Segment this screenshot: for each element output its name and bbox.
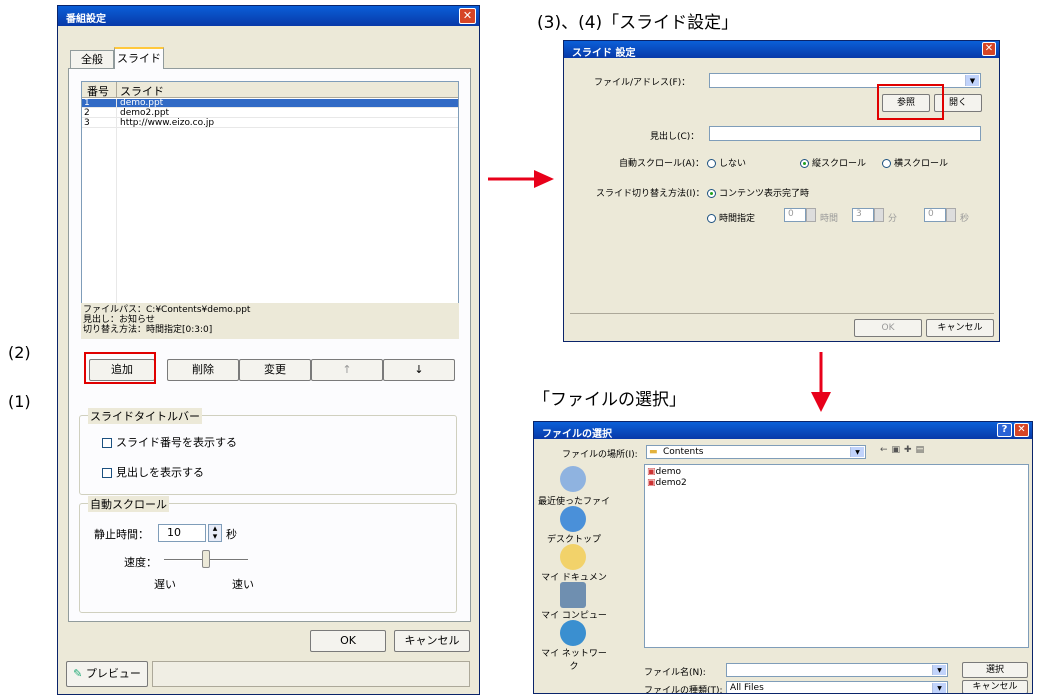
speed-label: 速度： [124, 556, 157, 569]
list-item[interactable]: 3 http://www.eizo.co.jp [82, 119, 458, 128]
file-select-window: ファイルの選択 ? ✕ ファイルの場所(I): ▬ Contents ▼ ←▣✚▤ … [533, 421, 1033, 694]
scroll-group: 自動スクロール 静止時間： 10 ▴ ▾ 秒 速度： 遅い 速い [79, 496, 457, 613]
step-label-1: (1) [8, 392, 31, 411]
stop-label: 静止時間： [94, 528, 149, 541]
scroll-group-label: 自動スクロール [88, 496, 169, 512]
sec-label: 秒 [226, 528, 237, 541]
heading-label: 見出し(C)： [650, 132, 700, 142]
down-button[interactable]: ↓ [383, 359, 455, 381]
close-icon[interactable]: ✕ [459, 8, 476, 24]
fast-label: 速い [232, 578, 254, 591]
filename-label: ファイル名(N): [644, 668, 706, 678]
filetype-select[interactable]: All Files ▼ [726, 681, 948, 693]
file-title-bar: ファイルの選択 [534, 422, 1032, 440]
info-heading: 見出し：お知らせ [83, 315, 155, 325]
hour-spinner[interactable] [806, 208, 816, 222]
minute-input[interactable]: 3 [852, 208, 874, 222]
list-item[interactable]: 1 demo.ppt [82, 99, 458, 108]
down-arrow [811, 352, 831, 412]
second-input[interactable]: 0 [924, 208, 946, 222]
places-bar: 最近使ったファイル デスクトップ マイ ドキュメント マイ コンピュータ マイ … [538, 462, 610, 672]
status-field [152, 661, 470, 687]
speed-slider-thumb[interactable] [202, 550, 210, 568]
tab-panel: 番号 スライド 1 demo.ppt 2 demo2.ppt 3 http://www… [68, 68, 471, 622]
radio-none[interactable]: しない [707, 156, 746, 169]
radio-content[interactable]: コンテンツ表示完了時 [707, 186, 809, 199]
show-heading-checkbox[interactable]: 見出しを表示する [102, 464, 204, 480]
switch-label: スライド切り替え方法(I)： [596, 189, 705, 199]
file-select-label: 「ファイルの選択」 [533, 390, 686, 410]
right-arrow [488, 170, 554, 188]
hour-label: 時間 [820, 214, 839, 224]
slide-title-bar: スライド 設定 [564, 41, 999, 59]
second-label: 秒 [960, 214, 970, 224]
filename-input[interactable]: ▼ [726, 663, 948, 677]
lookin-select[interactable]: ▬ Contents ▼ [646, 445, 866, 459]
delete-button[interactable]: 削除 [167, 359, 239, 381]
stop-time-spinner[interactable]: ▴ ▾ [208, 524, 222, 542]
step-label-2: (2) [8, 343, 31, 362]
slide-close-icon[interactable]: ✕ [982, 42, 996, 56]
tab-slide[interactable]: スライド [114, 47, 164, 69]
header-slide: スライド [120, 85, 164, 98]
file-cancel-button[interactable]: キャンセル [962, 680, 1028, 693]
file-close-icon[interactable]: ✕ [1014, 423, 1029, 437]
filetype-label: ファイルの種類(T): [644, 686, 723, 694]
hour-input[interactable]: 0 [784, 208, 806, 222]
second-spinner[interactable] [946, 208, 956, 222]
preview-button[interactable]: ✎ プレビュー [66, 661, 148, 687]
titlebar-group-label: スライドタイトルバー [88, 408, 202, 424]
preview-icon: ✎ [73, 667, 83, 680]
file-dropdown-icon: ▼ [965, 75, 979, 86]
titlebar-group: スライドタイトルバー スライド番号を表示する 見出しを表示する [79, 408, 457, 495]
radio-vertical[interactable]: 縦スクロール [800, 156, 866, 169]
add-highlight [84, 352, 156, 384]
select-button[interactable]: 選択 [962, 662, 1028, 678]
minute-label: 分 [888, 214, 898, 224]
ppt-icon: ▣ [647, 467, 656, 477]
folder-icon: ▬ [649, 447, 658, 457]
title-bar: 番組設定 [58, 6, 479, 26]
cancel-button[interactable]: キャンセル [394, 630, 470, 652]
tab-general[interactable]: 全般 [70, 50, 114, 68]
ppt-icon: ▣ [647, 478, 656, 488]
change-button[interactable]: 変更 [239, 359, 311, 381]
list-item[interactable]: 2 demo2.ppt [82, 109, 458, 118]
radio-time[interactable]: 時間指定 [707, 211, 755, 224]
program-settings-window: 番組設定 ✕ 全般 スライド 番号 スライド 1 demo.ppt 2 demo2.… [57, 5, 480, 695]
slide-ok-button[interactable]: OK [854, 319, 922, 337]
file-list[interactable]: ▣demo ▣demo2 [644, 464, 1029, 648]
show-num-checkbox[interactable]: スライド番号を表示する [102, 434, 237, 450]
info-path: ファイルパス：C:¥Contents¥demo.ppt [83, 305, 251, 315]
file-label: ファイル/アドレス(F)： [594, 78, 691, 88]
file-item[interactable]: ▣demo [647, 467, 681, 477]
minute-spinner[interactable] [874, 208, 884, 222]
scroll-label: 自動スクロール(A)： [619, 159, 705, 169]
list-header: 番号 スライド [82, 82, 458, 98]
help-icon[interactable]: ? [997, 423, 1012, 437]
step-label-34: (3)、(4)「スライド設定」 [537, 13, 739, 33]
place-network[interactable]: マイ ネットワーク [538, 646, 610, 672]
lookin-label: ファイルの場所(I): [562, 450, 638, 460]
up-button[interactable]: ↑ [311, 359, 383, 381]
browse-highlight [877, 84, 944, 120]
heading-input[interactable] [709, 126, 981, 141]
ok-button[interactable]: OK [310, 630, 386, 652]
nav-toolbar-icons[interactable]: ←▣✚▤ [880, 445, 928, 455]
info-switch: 切り替え方法：時間指定[0:3:0] [83, 325, 213, 335]
slow-label: 遅い [154, 578, 176, 591]
header-num: 番号 [87, 85, 109, 98]
slide-list[interactable]: 番号 スライド 1 demo.ppt 2 demo2.ppt 3 http://www… [81, 81, 459, 308]
slide-cancel-button[interactable]: キャンセル [926, 319, 994, 337]
slide-info: ファイルパス：C:¥Contents¥demo.ppt 見出し：お知らせ 切り替え方… [81, 303, 459, 339]
file-item[interactable]: ▣demo2 [647, 478, 687, 488]
radio-horizontal[interactable]: 横スクロール [882, 156, 948, 169]
stop-time-input[interactable]: 10 [158, 524, 206, 542]
